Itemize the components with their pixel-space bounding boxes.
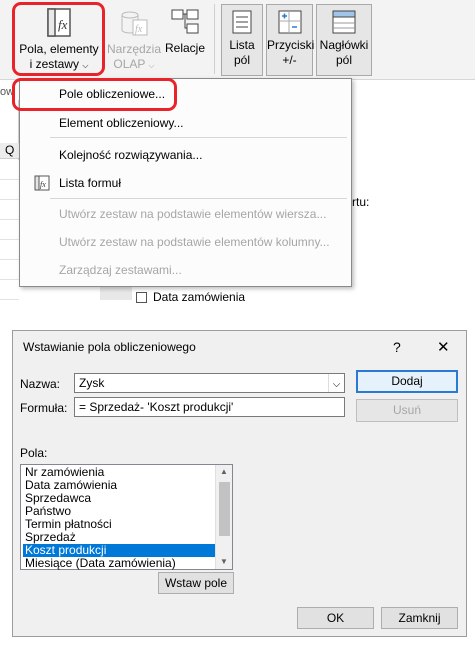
menu-item-label: Utwórz zestaw na podstawie elementów kol… bbox=[59, 235, 330, 249]
chevron-down-icon: ⌵ bbox=[332, 379, 341, 390]
fields-label: Pola: bbox=[20, 446, 48, 460]
name-combobox[interactable]: Zysk bbox=[74, 373, 345, 393]
close-button-label: Zamknij bbox=[398, 611, 441, 625]
insert-field-label: Wstaw pole bbox=[164, 576, 228, 590]
field-headers-icon bbox=[332, 10, 356, 34]
field-list-button[interactable]: Lista pól bbox=[221, 4, 263, 76]
relations-icon bbox=[171, 9, 199, 34]
insert-field-button[interactable]: Wstaw pole bbox=[158, 572, 234, 594]
column-header-q: Q bbox=[5, 143, 15, 157]
field-headers-label-1: Nagłówki bbox=[319, 38, 369, 52]
svg-text:fx: fx bbox=[135, 24, 143, 35]
olap-label-2: OLAP bbox=[113, 57, 146, 71]
scroll-up-icon[interactable]: ▲ bbox=[216, 465, 232, 479]
menu-item-calculated-item[interactable]: Element obliczeniowy... bbox=[59, 116, 184, 130]
menu-item-manage-sets[interactable]: Zarządzaj zestawami... bbox=[59, 263, 182, 277]
help-icon[interactable]: ? bbox=[393, 339, 401, 355]
menu-item-label: Element obliczeniowy... bbox=[59, 116, 184, 130]
menu-separator bbox=[50, 198, 347, 199]
fields-listbox[interactable]: Nr zamówienia Data zamówienia Sprzedawca… bbox=[20, 464, 233, 570]
menu-item-label: Zarządzaj zestawami... bbox=[59, 263, 182, 277]
menu-item-set-from-columns[interactable]: Utwórz zestaw na podstawie elementów kol… bbox=[59, 235, 330, 249]
ok-button-label: OK bbox=[326, 611, 345, 625]
add-button-label: Dodaj bbox=[391, 374, 423, 388]
add-button[interactable]: Dodaj bbox=[356, 370, 458, 393]
field-pane-peek-item: Data zamówienia bbox=[153, 290, 246, 304]
formula-input[interactable]: = Sprzedaż- 'Koszt produkcji' bbox=[74, 397, 345, 417]
olap-label-1: Narzędzia bbox=[106, 42, 162, 56]
field-list-label-2: pól bbox=[233, 53, 250, 67]
formula-value: = Sprzedaż- 'Koszt produkcji' bbox=[79, 400, 234, 414]
field-checkbox[interactable] bbox=[136, 292, 147, 303]
field-list-icon bbox=[232, 10, 252, 34]
relations-button[interactable]: Relacje bbox=[163, 8, 207, 58]
plus-minus-label-2: +/- bbox=[282, 53, 297, 67]
scroll-down-icon[interactable]: ▼ bbox=[216, 555, 232, 569]
name-value: Zysk bbox=[79, 376, 105, 390]
close-icon[interactable]: ✕ bbox=[437, 338, 450, 356]
sheet-grid bbox=[0, 160, 19, 300]
olap-cube-icon: fx bbox=[121, 11, 148, 36]
field-headers-label-2: pól bbox=[335, 53, 352, 67]
highlight-calculated-field bbox=[12, 78, 177, 111]
formula-label: Formuła: bbox=[20, 401, 68, 415]
menu-item-solve-order[interactable]: Kolejność rozwiązywania... bbox=[59, 148, 202, 162]
insert-calculated-field-dialog: Wstawianie pola obliczeniowego ? ✕ Nazwa… bbox=[12, 330, 467, 637]
svg-text:fx: fx bbox=[40, 180, 46, 189]
close-button[interactable]: Zamknij bbox=[381, 607, 458, 629]
highlight-fields-button bbox=[12, 2, 105, 76]
formula-list-icon: fx bbox=[34, 175, 50, 191]
name-label: Nazwa: bbox=[20, 377, 61, 391]
relations-label: Relacje bbox=[164, 41, 206, 55]
scroll-thumb[interactable] bbox=[219, 482, 230, 536]
ok-button[interactable]: OK bbox=[297, 607, 374, 629]
field-pane-peek-text: rtu: bbox=[352, 195, 370, 209]
menu-separator bbox=[50, 137, 347, 138]
ribbon-divider bbox=[214, 4, 215, 74]
chevron-down-icon: ⌵ bbox=[148, 61, 155, 70]
plus-minus-label-1: Przyciski bbox=[267, 38, 315, 52]
olap-tools-button[interactable]: fx Narzędzia OLAP ⌵ bbox=[105, 8, 163, 74]
list-scrollbar[interactable]: ▲ ▼ bbox=[215, 465, 232, 569]
field-list-label-1: Lista bbox=[229, 38, 255, 52]
sheet-column-header: Q bbox=[0, 143, 19, 159]
list-item[interactable]: Miesiące (Data zamówienia) bbox=[23, 557, 217, 570]
plus-minus-buttons-button[interactable]: Przyciski +/- bbox=[266, 4, 315, 76]
menu-item-label: Utwórz zestaw na podstawie elementów wie… bbox=[59, 207, 327, 221]
delete-button[interactable]: Usuń bbox=[356, 399, 458, 422]
plus-minus-icon bbox=[278, 10, 301, 34]
menu-item-label: Lista formuł bbox=[59, 176, 122, 190]
dialog-title: Wstawianie pola obliczeniowego bbox=[23, 340, 196, 354]
menu-item-label: Kolejność rozwiązywania... bbox=[59, 148, 203, 162]
menu-item-set-from-rows[interactable]: Utwórz zestaw na podstawie elementów wie… bbox=[59, 207, 326, 221]
menu-item-formula-list[interactable]: Lista formuł bbox=[59, 176, 121, 190]
field-headers-button[interactable]: Nagłówki pól bbox=[316, 4, 372, 76]
delete-button-label: Usuń bbox=[392, 403, 421, 417]
name-dropdown-button[interactable]: ⌵ bbox=[328, 374, 344, 392]
